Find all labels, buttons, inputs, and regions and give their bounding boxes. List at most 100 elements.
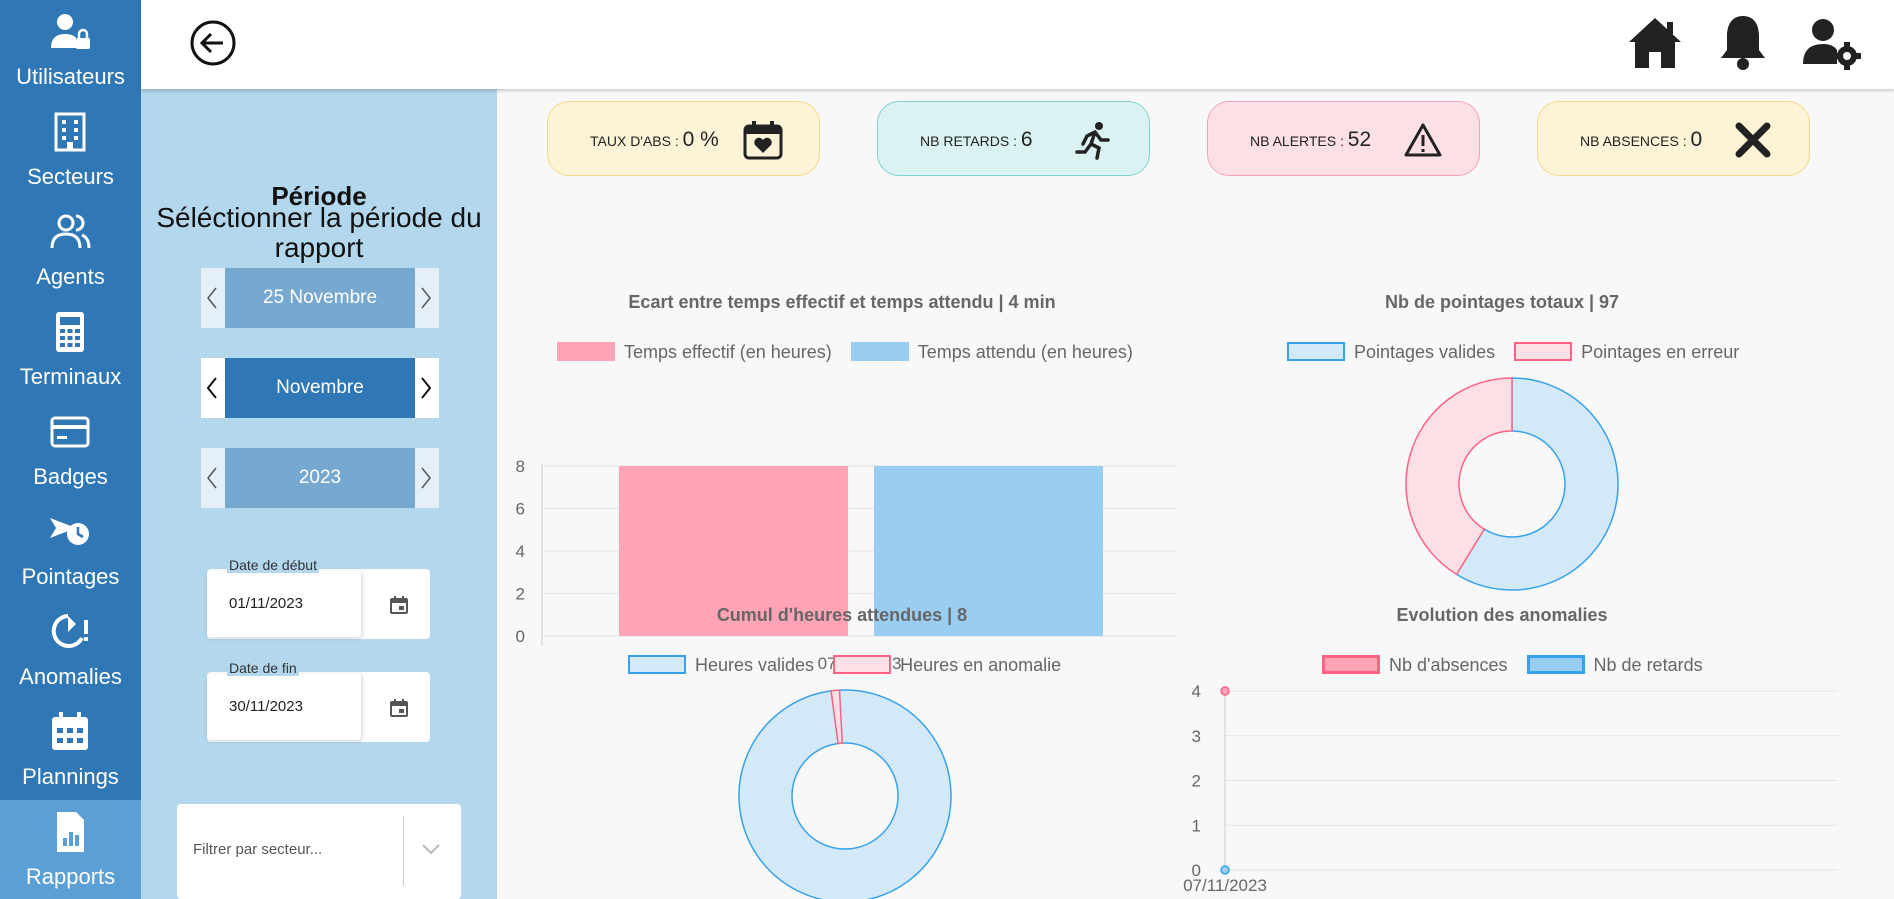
year-next-button[interactable] [415,448,439,508]
kpi-absences: NB ABSENCES : 0 [1537,101,1810,176]
nav-item-agents[interactable]: Agents [0,200,141,300]
legend-item[interactable]: Pointages valides [1287,342,1495,362]
sector-filter-select[interactable]: Filtrer par secteur... [177,804,461,899]
card-icon [50,416,90,448]
kpi-absence-rate: TAUX D'ABS : 0 % [547,101,820,176]
calendar-icon[interactable] [389,595,409,615]
month-prev-button[interactable] [201,358,225,418]
chart-title: Evolution des anomalies [1396,605,1608,625]
building-icon [54,112,86,152]
user-settings-icon[interactable] [1801,12,1861,72]
calendar-icon [52,712,88,750]
end-date-input[interactable]: 30/11/2023 [207,674,361,740]
chevron-right-icon [421,467,431,489]
sidebar: Utilisateurs Secteurs Agents Terminaux B… [0,0,141,899]
top-bar [141,0,1894,89]
start-date-input[interactable]: 01/11/2023 [207,571,361,637]
legend-item[interactable]: Pointages en erreur [1514,342,1739,362]
x-tick-label: 07/11/2023 [1183,876,1267,895]
user-lock-icon [51,14,90,49]
legend-item[interactable]: Heures valides [628,655,814,675]
nav-label: Pointages [21,564,120,589]
pie-chart-heures [738,689,952,899]
nav-item-pointages[interactable]: Pointages [0,500,141,600]
kpi-alerts: NB ALERTES : 52 [1207,101,1480,176]
year-value: 2023 [225,448,415,508]
nav-item-rapports[interactable]: Rapports [0,800,141,899]
kpi-label: NB RETARDS : 6 [920,128,1033,151]
nav-item-anomalies[interactable]: Anomalies [0,600,141,700]
kpi-label: TAUX D'ABS : 0 % [590,128,719,151]
y-tick-label: 2 [1192,772,1201,791]
nav-label: Rapports [25,864,116,889]
pie-alert-icon [51,614,88,648]
divider [403,816,404,886]
end-date-label: Date de fin [227,660,299,676]
chart-legend: Pointages valides Pointages en erreur [1287,342,1753,363]
day-prev-button[interactable] [201,268,225,328]
back-arrow-icon[interactable] [189,19,237,67]
year-stepper: 2023 [201,448,439,508]
chevron-down-icon[interactable] [421,842,441,856]
period-panel: Période Séléctionner la période du rappo… [141,89,497,899]
legend-swatch [628,655,686,674]
y-tick-label: 8 [516,457,525,476]
chevron-left-icon [206,377,217,399]
nav-label: Badges [33,464,108,489]
running-icon [1075,122,1110,160]
clock-arrow-icon [50,518,89,545]
nav-label: Secteurs [27,164,114,189]
kpi-label: NB ABSENCES : 0 [1580,128,1703,151]
day-value: 25 Novembre [225,268,415,328]
nav-label: Utilisateurs [16,64,125,89]
legend-item[interactable]: Heures en anomalie [833,655,1061,675]
y-tick-label: 0 [516,627,525,646]
y-tick-label: 3 [1192,727,1201,746]
users-icon [50,214,91,249]
warning-icon [1404,123,1442,157]
period-subtitle: Séléctionner la période du rapport [156,202,482,263]
day-next-button[interactable] [415,268,439,328]
chevron-left-icon [207,287,217,309]
nav-label: Plannings [22,764,119,789]
y-tick-label: 4 [1192,682,1201,701]
start-date-field[interactable]: 01/11/2023 Date de début [207,557,430,639]
report-icon [57,812,84,852]
nav-item-plannings[interactable]: Plannings [0,700,141,800]
end-date-field[interactable]: 30/11/2023 Date de fin [207,660,430,742]
day-stepper: 25 Novembre [201,268,439,328]
nav-label: Anomalies [19,664,122,689]
y-tick-label: 1 [1192,816,1201,835]
nav-item-secteurs[interactable]: Secteurs [0,100,141,200]
pie-chart-pointages [1405,377,1619,591]
bell-icon[interactable] [1713,12,1773,72]
end-date-value: 30/11/2023 [229,698,303,715]
chevron-left-icon [207,467,217,489]
calendar-icon[interactable] [389,698,409,718]
y-tick-label: 4 [516,542,525,561]
chart-title: Ecart entre temps effectif et temps atte… [628,292,1056,312]
x-icon [1735,122,1771,158]
legend-swatch [1514,342,1573,361]
kpi-label: NB ALERTES : 52 [1250,128,1372,151]
y-tick-label: 6 [516,500,525,519]
nav-label: Terminaux [19,364,122,389]
legend-swatch [1287,342,1345,361]
chart-title: Cumul d'heures attendues | 8 [716,605,968,625]
month-value: Novembre [225,358,415,418]
calculator-icon [56,312,84,352]
dashboard-main: TAUX D'ABS : 0 % NB RETARDS : 6 NB ALERT… [497,89,1894,899]
year-prev-button[interactable] [201,448,225,508]
data-point [1220,686,1230,696]
start-date-label: Date de début [227,557,319,573]
data-point [1220,865,1230,875]
nav-label: Agents [36,264,105,289]
month-next-button[interactable] [415,358,439,418]
donut-slice [738,689,952,899]
sector-filter-placeholder: Filtrer par secteur... [193,841,323,858]
nav-item-badges[interactable]: Badges [0,400,141,500]
nav-item-utilisateurs[interactable]: Utilisateurs [0,0,141,100]
home-icon[interactable] [1625,12,1685,72]
nav-item-terminaux[interactable]: Terminaux [0,300,141,400]
kpi-delays: NB RETARDS : 6 [877,101,1150,176]
